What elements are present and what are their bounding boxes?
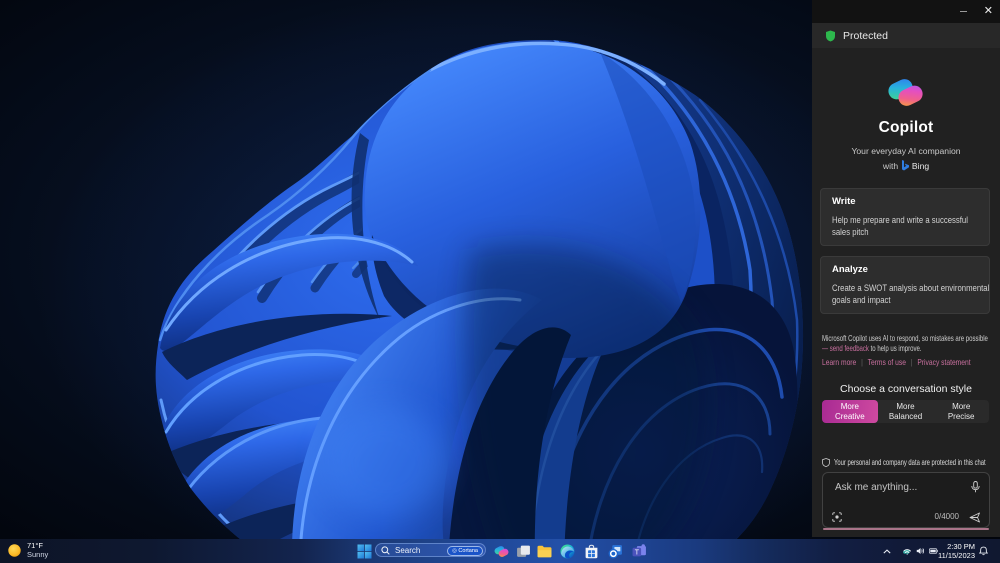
svg-text:T: T: [635, 550, 640, 557]
